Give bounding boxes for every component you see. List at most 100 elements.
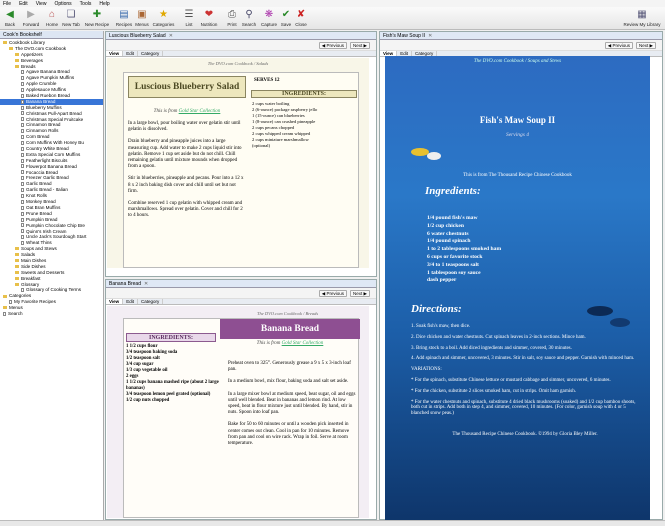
- tab-category[interactable]: Category: [138, 51, 164, 56]
- recipe-title: Luscious Blueberry Salad: [128, 76, 246, 98]
- search-icon: ⚲: [245, 9, 253, 20]
- fish-icon: [427, 152, 441, 160]
- tab-edit[interactable]: Edit: [123, 51, 138, 56]
- source-line: This is from Gold Star Collection: [153, 109, 221, 114]
- folder-icon: [3, 306, 7, 310]
- folder-icon: [15, 265, 19, 269]
- recipe-title: Fish's Maw Soup II: [479, 115, 556, 125]
- forward-arrow-icon: ▶: [27, 9, 35, 20]
- copyright-footer: The Thousand Recipe Chinese Cookbook. ©1…: [452, 432, 598, 437]
- recipe-title: Banana Bread: [220, 319, 360, 339]
- recipes-button[interactable]: ▤ Recipes: [115, 9, 133, 27]
- source-link[interactable]: Gold Star Collection: [282, 341, 324, 346]
- direction-step: 1. Soak fish's maw, then dice.: [411, 324, 471, 329]
- search-button[interactable]: ⚲ Search: [240, 9, 258, 27]
- tab-fish[interactable]: Fish's Maw Soup II ✕: [380, 32, 662, 40]
- servings-label: Servings 4: [505, 132, 530, 138]
- close-tab-icon[interactable]: ✕: [144, 281, 148, 287]
- capture-button[interactable]: ❋ Capture: [259, 9, 279, 27]
- new-tab-button[interactable]: ❏ New Tab: [60, 9, 82, 27]
- home-button[interactable]: ⌂ Home: [44, 9, 60, 27]
- list-icon: ☰: [184, 9, 194, 20]
- previous-button[interactable]: ◀ Previous: [318, 289, 348, 297]
- instruction-step: Bake for 50 to 60 minutes or until a woo…: [228, 422, 350, 447]
- star-icon: ★: [159, 9, 168, 20]
- folder-icon: [15, 64, 19, 68]
- folder-icon: [3, 294, 7, 298]
- menu-file[interactable]: File: [3, 1, 11, 7]
- next-button[interactable]: Next ▶: [350, 289, 370, 297]
- save-button[interactable]: ✔ Save: [279, 9, 293, 27]
- menu-options[interactable]: Options: [54, 1, 71, 7]
- menu-edit[interactable]: Edit: [19, 1, 28, 7]
- source-link[interactable]: Gold Star Collection: [179, 109, 221, 114]
- capture-icon: ❋: [264, 9, 274, 20]
- tab-blueberry[interactable]: Luscious Blueberry Salad ✕: [106, 32, 376, 40]
- menu-tools[interactable]: Tools: [80, 1, 92, 7]
- close-tab-icon[interactable]: ✕: [169, 33, 173, 39]
- tab-category[interactable]: Category: [138, 299, 164, 304]
- directions-heading: Directions:: [411, 303, 462, 315]
- instruction-step: In a large bowl, pour boiling water over…: [128, 121, 241, 133]
- new-tab-icon: ❏: [66, 9, 76, 20]
- tab-view[interactable]: View: [106, 299, 124, 304]
- instruction-step: Combine reserved 1 cup gelatin with whip…: [128, 201, 243, 219]
- new-recipe-button[interactable]: ✚ New Recipe: [84, 9, 110, 27]
- recipe-icon: [21, 123, 24, 128]
- next-button[interactable]: Next ▶: [636, 41, 656, 49]
- list-button[interactable]: ☰ List: [183, 9, 195, 27]
- close-icon: ✘: [296, 9, 306, 20]
- close-button[interactable]: ✘ Close: [293, 9, 309, 27]
- fish-recipe-view: The DVO.com Cookbook / Soups and Stews F…: [385, 56, 650, 522]
- next-button[interactable]: Next ▶: [350, 41, 370, 49]
- printer-icon: ⎙: [228, 9, 236, 20]
- recipe-card: Banana Bread INGREDIENTS: 1 1/2 cups flo…: [123, 318, 360, 518]
- recipe-icon: [21, 229, 24, 234]
- menu-bar: File Edit View Options Tools Help: [0, 0, 665, 7]
- menu-help[interactable]: Help: [99, 1, 109, 7]
- print-button[interactable]: ⎙ Print: [225, 9, 239, 27]
- library-tree: Cookbook Library The DVO.com Cookbook Appe…: [0, 39, 103, 318]
- direction-step: 4. Add spinach and simmer, uncovered, 3 …: [411, 356, 635, 362]
- tab-edit[interactable]: Edit: [123, 299, 138, 304]
- folder-icon: [15, 259, 19, 263]
- recipe-icon: [21, 188, 24, 193]
- bookshelf-tab[interactable]: Cook'n Bookshelf: [0, 31, 103, 39]
- instruction-step: Preheat oven to 325°. Generously grease …: [228, 361, 351, 373]
- nutrition-icon: ❤: [204, 9, 214, 20]
- previous-button[interactable]: ◀ Previous: [604, 41, 634, 49]
- recipe-icon: [21, 176, 24, 181]
- review-library-button[interactable]: ▦ Review My Library: [621, 9, 663, 27]
- folder-icon: [9, 47, 13, 51]
- recipe-icon: [21, 93, 24, 98]
- tab-view[interactable]: View: [106, 51, 124, 56]
- tree-item[interactable]: Search: [0, 311, 103, 317]
- status-bar: [0, 520, 665, 526]
- recipe-icon: [21, 235, 24, 240]
- ingredient: 1/2 cup chicken: [427, 222, 464, 229]
- recipe-icon: [21, 241, 24, 246]
- categories-button[interactable]: ★ Categories: [151, 9, 176, 27]
- direction-step: * For the spinach, substitute Chinese le…: [411, 377, 611, 383]
- menu-view[interactable]: View: [36, 1, 47, 7]
- tab-banana[interactable]: Banana Bread ✕: [106, 280, 376, 288]
- new-recipe-icon: ✚: [92, 9, 102, 20]
- recipes-icon: ▤: [119, 9, 129, 20]
- ingredient: 1/4 pound fish's maw: [427, 215, 478, 221]
- previous-button[interactable]: ◀ Previous: [318, 41, 348, 49]
- recipe-icon: [21, 99, 24, 104]
- checkmark-icon: ✔: [281, 9, 291, 20]
- recipe-icon: [21, 288, 24, 293]
- recipe-view: The DVO.com Cookbook / Breads Banana Bre…: [107, 306, 369, 518]
- home-icon: ⌂: [48, 9, 56, 20]
- close-tab-icon[interactable]: ✕: [428, 33, 432, 39]
- ingredient: 1/2 cup nuts chopped: [126, 398, 170, 403]
- recipe-icon: [21, 158, 24, 163]
- menus-button[interactable]: ▣ Menus: [134, 9, 150, 27]
- view-tabs: View Edit Category: [106, 51, 376, 57]
- nutrition-button[interactable]: ❤ Nutrition: [198, 9, 220, 27]
- ingredients-list: 2 cups water boiling 2 (6-ounce) package …: [252, 101, 358, 149]
- back-button[interactable]: ◀ Back: [3, 9, 17, 27]
- recipe-card: Luscious Blueberry Salad SERVES 12 INGRE…: [123, 72, 359, 268]
- forward-button[interactable]: ▶ Forward: [21, 9, 41, 27]
